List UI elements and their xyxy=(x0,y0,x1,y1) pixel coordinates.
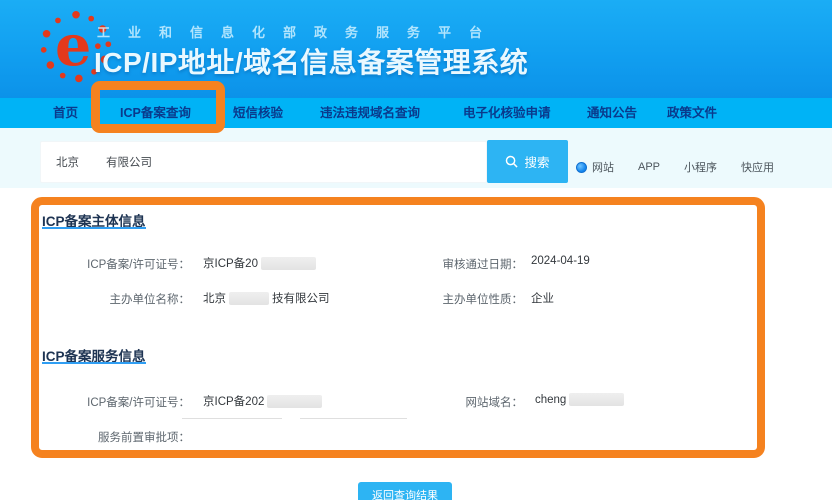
subject-license-value: 京ICP备20 xyxy=(203,255,319,271)
nav-item-home[interactable]: 首页 xyxy=(53,98,78,128)
scope-app[interactable]: APP xyxy=(638,161,660,173)
nav-item-e-verify[interactable]: 电子化核验申请 xyxy=(463,98,551,128)
scope-quickapp-label: 快应用 xyxy=(741,159,774,175)
org-nature-value: 企业 xyxy=(531,290,554,306)
scope-website-label: 网站 xyxy=(592,159,614,175)
redacted-text xyxy=(267,395,322,408)
search-scope-links: 网站 APP 小程序 快应用 xyxy=(576,159,774,175)
platform-label: 工业和信息化部政务服务平台 xyxy=(97,22,657,41)
org-name-prefix: 北京 xyxy=(203,290,226,306)
scope-quickapp[interactable]: 快应用 xyxy=(741,159,774,175)
service-title-underline xyxy=(42,362,146,364)
search-button-label: 搜索 xyxy=(524,152,549,171)
divider-line xyxy=(182,418,282,419)
org-nature-label: 主办单位性质： xyxy=(393,291,523,307)
nav-item-icp-query[interactable]: ICP备案查询 xyxy=(120,98,191,128)
redacted-text xyxy=(569,393,624,406)
search-icon xyxy=(505,155,518,168)
result-detail-panel xyxy=(0,188,832,500)
redacted-text xyxy=(229,292,269,305)
scope-miniprogram[interactable]: 小程序 xyxy=(684,159,717,175)
approve-date-label: 审核通过日期： xyxy=(393,256,523,272)
approve-date-value: 2024-04-19 xyxy=(531,255,590,267)
search-input[interactable]: 北京 有限公司 xyxy=(40,141,487,183)
domain-label: 网站域名： xyxy=(393,394,523,410)
org-name-suffix: 技有限公司 xyxy=(272,290,330,306)
back-to-results-button[interactable]: 返回查询结果 xyxy=(358,482,452,500)
system-title: ICP/IP地址/域名信息备案管理系统 xyxy=(94,41,528,81)
search-query-prefix: 北京 xyxy=(56,154,79,170)
divider-line xyxy=(300,418,407,419)
nav-bar: 首页 ICP备案查询 短信核验 违法违规域名查询 电子化核验申请 通知公告 政策… xyxy=(0,98,832,128)
search-button[interactable]: 搜索 xyxy=(487,140,568,183)
nav-item-sms-verify[interactable]: 短信核验 xyxy=(233,98,283,128)
redacted-text xyxy=(261,257,316,270)
service-license-label: ICP备案/许可证号： xyxy=(40,394,190,410)
org-name-value: 北京 技有限公司 xyxy=(203,290,330,306)
domain-value: cheng xyxy=(535,393,627,406)
redacted-query-text xyxy=(79,156,106,168)
subject-license-label: ICP备案/许可证号： xyxy=(40,256,190,272)
svg-text:e: e xyxy=(55,12,91,79)
search-query-suffix: 有限公司 xyxy=(106,154,152,170)
scope-app-label: APP xyxy=(638,161,660,173)
subject-title-underline xyxy=(42,227,146,229)
header: e 工业和信息化部政务服务平台 ICP/IP地址/域名信息备案管理系统 xyxy=(0,0,832,98)
service-license-value: 京ICP备202 xyxy=(203,393,325,409)
icp-beian-query-page: e 工业和信息化部政务服务平台 ICP/IP地址/域名信息备案管理系统 首页 I… xyxy=(0,0,832,500)
domain-text: cheng xyxy=(535,394,566,406)
service-license-text: 京ICP备202 xyxy=(203,393,264,409)
subject-license-text: 京ICP备20 xyxy=(203,255,258,271)
nav-item-notices[interactable]: 通知公告 xyxy=(587,98,637,128)
nav-item-illegal-domains[interactable]: 违法违规域名查询 xyxy=(320,98,420,128)
website-globe-icon xyxy=(576,162,587,173)
scope-miniprogram-label: 小程序 xyxy=(684,159,717,175)
scope-website[interactable]: 网站 xyxy=(576,159,614,175)
pre-approval-label: 服务前置审批项： xyxy=(40,429,190,445)
org-name-label: 主办单位名称： xyxy=(40,291,190,307)
nav-item-policies[interactable]: 政策文件 xyxy=(667,98,717,128)
